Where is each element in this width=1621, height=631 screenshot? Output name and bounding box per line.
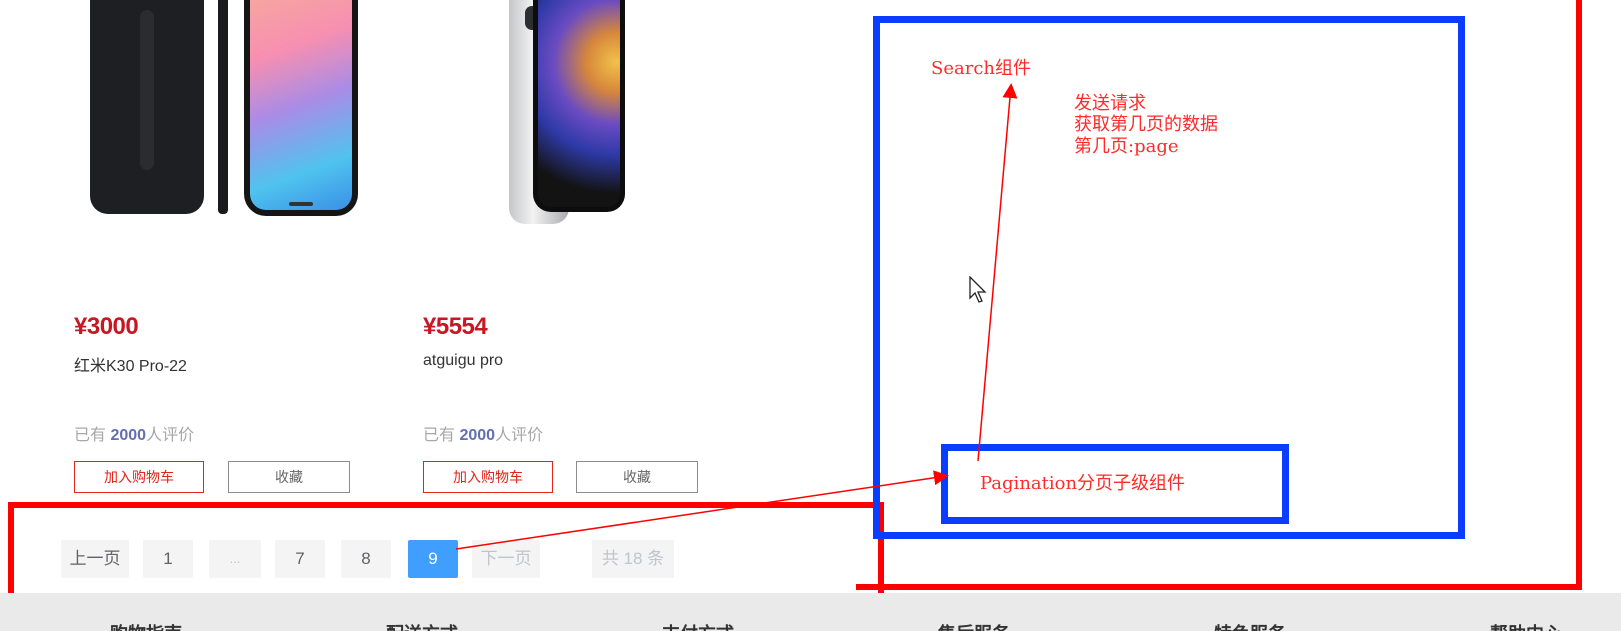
footer: 购物指南 配送方式 支付方式 售后服务 特色服务 帮助中心	[0, 593, 1621, 631]
footer-item-after-sales[interactable]: 售后服务	[938, 620, 1010, 631]
mouse-cursor-icon	[969, 276, 987, 303]
pagination-component-label: Pagination分页子级组件	[980, 473, 1186, 494]
footer-item-help-center[interactable]: 帮助中心	[1490, 620, 1562, 631]
arrow-to-search	[977, 83, 1018, 462]
request-note-line-1: 发送请求	[1074, 93, 1146, 114]
footer-item-delivery[interactable]: 配送方式	[386, 620, 458, 631]
footer-item-shopping-guide[interactable]: 购物指南	[110, 620, 182, 631]
footer-item-payment[interactable]: 支付方式	[662, 620, 734, 631]
arrow-to-pagination-component	[455, 470, 949, 550]
request-note-line-3: 第几页:page	[1074, 136, 1179, 157]
search-component-label: Search组件	[931, 58, 1031, 79]
footer-item-special-service[interactable]: 特色服务	[1214, 620, 1286, 631]
request-note-line-2: 获取第几页的数据	[1074, 114, 1218, 135]
annotation-arrows	[455, 83, 1018, 550]
